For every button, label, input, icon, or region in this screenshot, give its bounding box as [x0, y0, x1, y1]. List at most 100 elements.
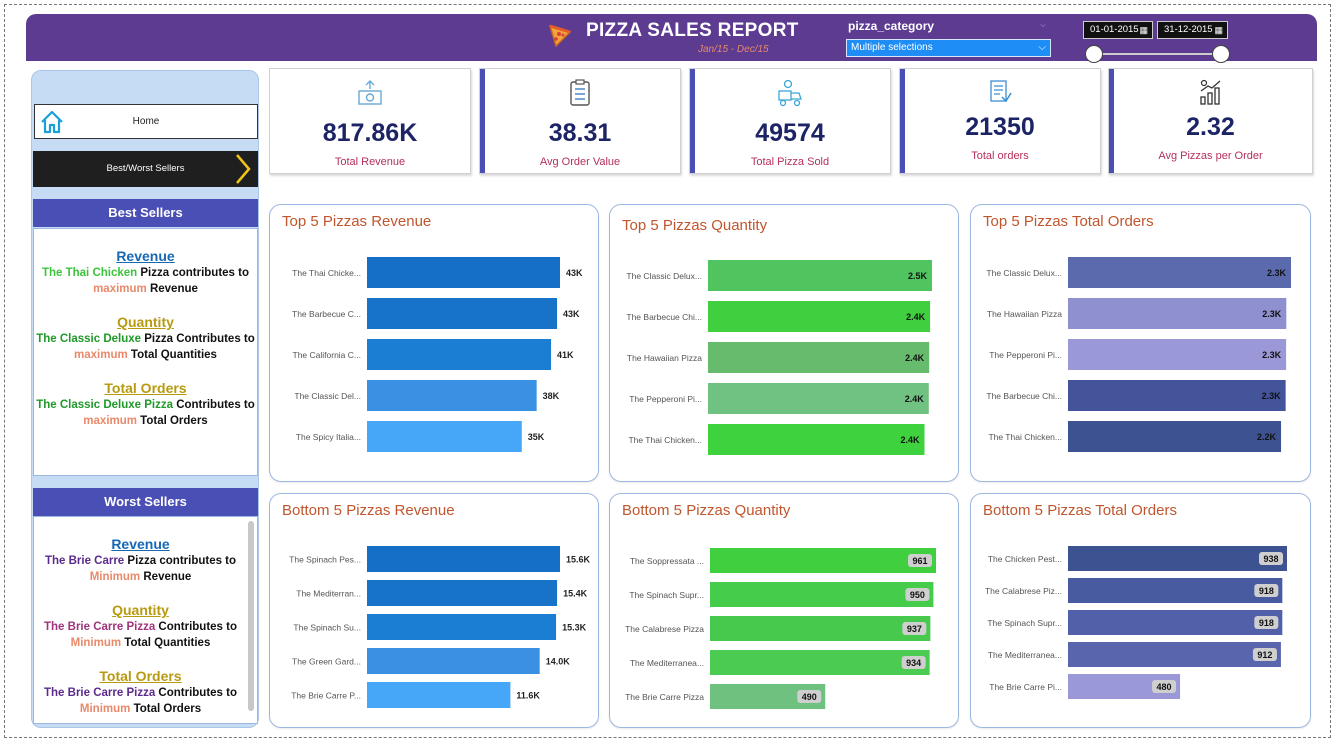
bar[interactable] [1068, 546, 1287, 571]
kpi-label: Total Pizza Sold [750, 156, 830, 168]
data-label: 2.4K [906, 312, 926, 322]
kpi-label: Avg Order Value [539, 156, 621, 168]
bar[interactable] [367, 339, 552, 370]
pizza-icon [548, 24, 572, 48]
bar[interactable] [1068, 578, 1283, 603]
bar[interactable] [367, 682, 511, 708]
worst-orders-line2: Minimum Total Orders [79, 703, 202, 715]
chart-svg: The Soppressata ... 961 The Spinach Supr..… [625, 548, 936, 709]
bar[interactable] [1068, 642, 1281, 667]
category-label: The Barbecue Chi... [626, 312, 702, 322]
category-slicer-dropdown[interactable]: Multiple selections ⌵ [846, 39, 1051, 57]
slicer-collapse-chevron-icon[interactable]: ⌄ [1038, 16, 1048, 30]
worst-sellers-scrollbar[interactable] [248, 521, 254, 711]
bar[interactable] [367, 580, 558, 606]
best-quantity-line1: The Classic Deluxe Pizza Contributes to [36, 333, 255, 345]
date-slider-end-handle[interactable] [1212, 45, 1230, 63]
home-button[interactable]: Home [34, 104, 258, 139]
category-label: The Calabrese Pizza [625, 624, 704, 634]
bar[interactable] [367, 380, 537, 411]
kpi-value: 21350 [965, 113, 1035, 141]
data-label: 2.3K [1267, 268, 1287, 278]
worst-quantity-line2: Minimum Total Quantities [70, 637, 211, 649]
bar[interactable] [1068, 421, 1282, 452]
bar[interactable] [708, 424, 925, 455]
kpi-label: Total Revenue [334, 156, 406, 168]
worst-revenue-line1: The Brie Carre Pizza contributes to [44, 555, 237, 567]
category-label: The Classic Del... [294, 391, 361, 401]
best-orders-line1: The Classic Deluxe Pizza Contributes to [36, 399, 255, 411]
worst-sellers-box[interactable]: Revenue The Brie Carre Pizza contributes… [33, 516, 258, 724]
worst-quantity-heading: Quantity [112, 602, 169, 618]
bar[interactable] [1068, 610, 1283, 635]
category-label: The Spinach Pes... [289, 555, 361, 565]
bar[interactable] [1068, 339, 1287, 370]
data-label: 2.5K [908, 271, 928, 281]
bar[interactable] [710, 582, 934, 607]
bar[interactable] [710, 616, 931, 641]
data-label: 937 [907, 624, 922, 634]
category-label: The Thai Chicken... [988, 432, 1062, 442]
bar[interactable] [367, 257, 560, 288]
category-label: The Brie Carre Pizza [625, 692, 704, 702]
bar[interactable] [367, 421, 522, 452]
best-orders-line2: maximum Total Orders [83, 415, 208, 427]
data-label: 2.4K [905, 353, 925, 363]
bar[interactable] [1068, 257, 1291, 288]
end-date-input[interactable]: 31-12-2015 ▦ [1157, 21, 1228, 39]
category-label: The Spinach Su... [293, 623, 361, 633]
delivery-icon [778, 79, 802, 107]
worst-orders-heading: Total Orders [99, 668, 182, 684]
data-label: 918 [1259, 586, 1274, 596]
data-label: 2.3K [1262, 350, 1282, 360]
bar[interactable] [367, 614, 557, 640]
bar[interactable] [708, 342, 930, 373]
growth-chart-icon [1199, 79, 1220, 105]
bar[interactable] [710, 650, 930, 675]
data-label: 961 [912, 556, 927, 566]
best-revenue-heading: Revenue [116, 248, 175, 264]
bar[interactable] [1068, 380, 1286, 411]
start-date-input[interactable]: 01-01-2015 ▦ [1083, 21, 1153, 39]
bar[interactable] [367, 546, 560, 572]
bar[interactable] [710, 548, 936, 573]
category-slicer-label: pizza_category [848, 19, 935, 33]
bar[interactable] [708, 383, 929, 414]
chart-svg: The Classic Delux... 2.5K The Barbecue Chi… [626, 260, 932, 455]
best-worst-sellers-button[interactable]: Best/Worst Sellers [33, 151, 258, 187]
kpi-value: 38.31 [548, 119, 612, 147]
report-header: PIZZA SALES REPORT Jan/15 - Dec/15 pizza… [26, 14, 1317, 63]
category-label: The Soppressata ... [630, 556, 704, 566]
bar[interactable] [367, 648, 540, 674]
category-label: The Chicken Pest... [988, 554, 1062, 564]
chart-bottom5-quantity: Bottom 5 Pizzas Quantity The Soppressata… [609, 493, 959, 728]
bar[interactable] [367, 298, 558, 329]
category-label: The Green Gard... [292, 657, 361, 667]
best-revenue-line2: maximum Revenue [93, 283, 198, 295]
category-label: The Mediterranea... [630, 658, 704, 668]
date-slider-start-handle[interactable] [1085, 45, 1103, 63]
bar[interactable] [708, 260, 932, 291]
data-label: 950 [910, 590, 925, 600]
category-label: The Barbecue C... [292, 309, 361, 319]
kpi-label: Avg Pizzas per Order [1158, 150, 1263, 162]
category-label: The Pepperoni Pi... [989, 350, 1062, 360]
chart-top5-total-orders: Top 5 Pizzas Total Orders The Classic De… [970, 204, 1311, 482]
data-label: 14.0K [546, 657, 571, 667]
date-slider-track[interactable] [1094, 53, 1220, 55]
bar[interactable] [708, 301, 931, 332]
chart-top5-revenue: Top 5 Pizzas Revenue The Thai Chicke... 4… [269, 204, 599, 482]
worst-revenue-heading: Revenue [111, 536, 170, 552]
category-label: The Barbecue Chi... [986, 391, 1062, 401]
bar[interactable] [1068, 298, 1287, 329]
best-quantity-heading: Quantity [117, 314, 174, 330]
data-label: 35K [528, 432, 545, 442]
kpi-total-orders: 21350 Total orders [899, 68, 1101, 174]
home-icon [41, 110, 63, 134]
kpi-total-pizza-sold: 49574 Total Pizza Sold [689, 68, 891, 174]
category-label: The Calabrese Piz... [985, 586, 1062, 596]
category-label: The Spicy Italia... [296, 432, 361, 442]
data-label: 2.3K [1262, 309, 1282, 319]
data-label: 43K [566, 268, 583, 278]
chart-svg: The Spinach Pes... 15.6K The Mediterran...… [289, 546, 591, 708]
